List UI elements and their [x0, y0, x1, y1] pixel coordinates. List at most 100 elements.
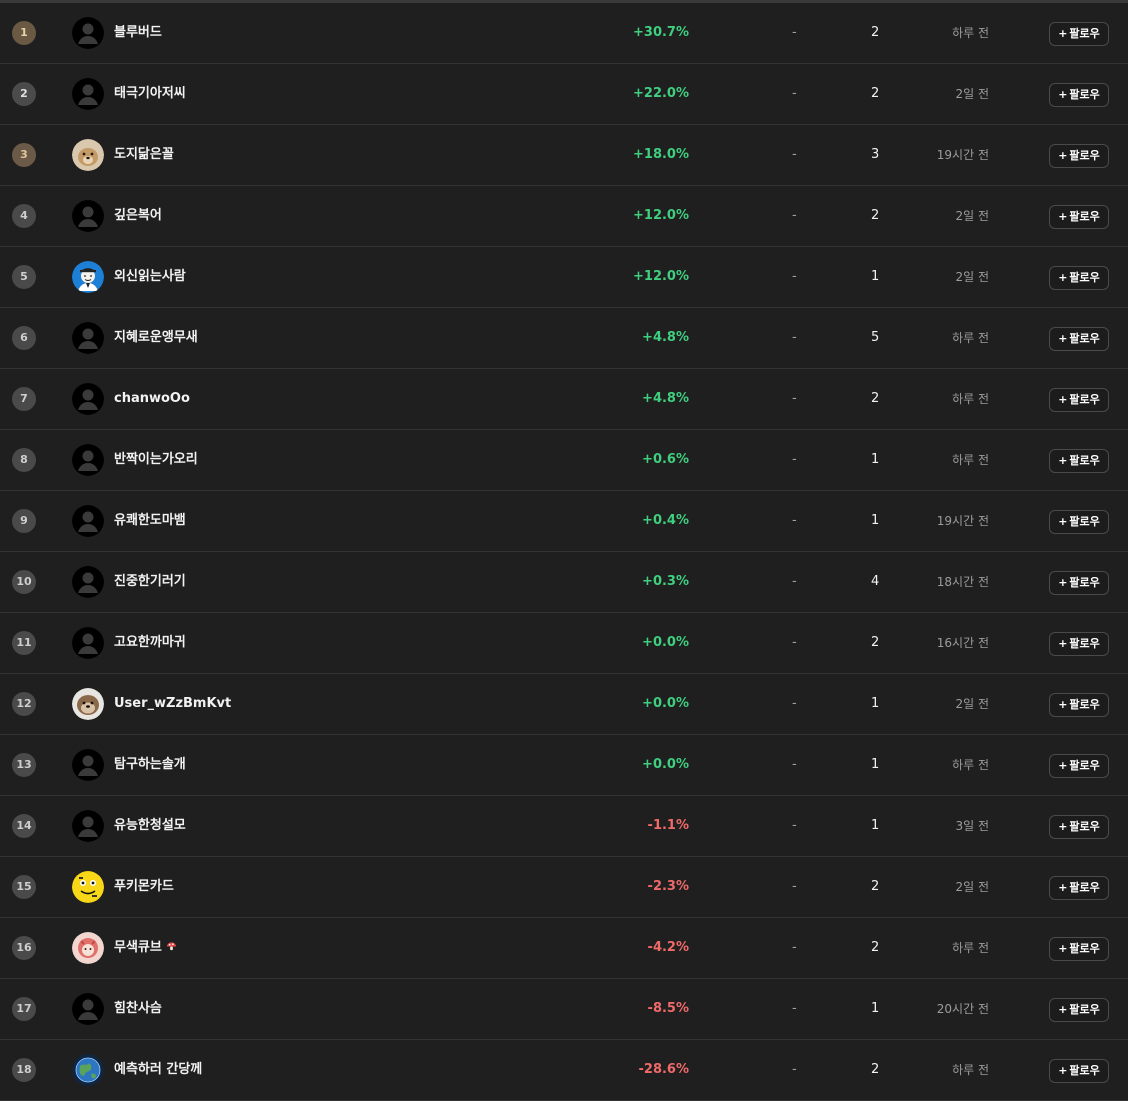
empty-value: - [792, 940, 797, 955]
table-row: 14 유능한청설모 -1.1% - 1 3일 전 + 팔로우 [0, 796, 1128, 857]
user-name[interactable]: chanwoOo [114, 369, 190, 429]
follow-button[interactable]: + 팔로우 [1049, 83, 1109, 107]
prediction-count: 1 [871, 1001, 880, 1016]
prediction-count: 4 [871, 574, 880, 589]
user-name[interactable]: 푸키몬카드 [114, 857, 174, 917]
follow-button[interactable]: + 팔로우 [1049, 449, 1109, 473]
user-name-text[interactable]: 블루버드 [114, 25, 162, 40]
user-name-text[interactable]: 예측하러 간당께 [114, 1062, 202, 1077]
follow-label: 팔로우 [1069, 271, 1100, 284]
follow-button[interactable]: + 팔로우 [1049, 327, 1109, 351]
follow-button[interactable]: + 팔로우 [1049, 205, 1109, 229]
user-name[interactable]: User_wZzBmKvt [114, 674, 231, 734]
user-name-text[interactable]: 외신읽는사람 [114, 269, 186, 284]
user-name-text[interactable]: 유능한청설모 [114, 818, 186, 833]
prediction-count: 1 [871, 818, 880, 833]
user-name-text[interactable]: 태극기아저씨 [114, 86, 186, 101]
rank-badge: 17 [12, 997, 36, 1021]
user-name[interactable]: 블루버드 [114, 3, 162, 63]
user-name-text[interactable]: 진중한기러기 [114, 574, 186, 589]
user-name[interactable]: 유능한청설모 [114, 796, 186, 856]
user-name[interactable]: 예측하러 간당께 [114, 1040, 202, 1100]
empty-value: - [792, 330, 797, 345]
prediction-count: 2 [871, 635, 880, 650]
rank-badge: 14 [12, 814, 36, 838]
follow-button[interactable]: + 팔로우 [1049, 815, 1109, 839]
return-percent: +0.6% [642, 452, 689, 467]
default-avatar[interactable] [72, 78, 104, 110]
follow-button[interactable]: + 팔로우 [1049, 632, 1109, 656]
pink-character-avatar[interactable] [72, 932, 104, 964]
yellow-face-avatar[interactable] [72, 871, 104, 903]
follow-button[interactable]: + 팔로우 [1049, 388, 1109, 412]
prediction-count: 1 [871, 757, 880, 772]
rank-badge: 10 [12, 570, 36, 594]
follow-label: 팔로우 [1069, 637, 1100, 650]
user-name[interactable]: 도지닮은꼴 [114, 125, 174, 185]
follow-button[interactable]: + 팔로우 [1049, 1059, 1109, 1083]
follow-button[interactable]: + 팔로우 [1049, 571, 1109, 595]
default-avatar[interactable] [72, 505, 104, 537]
user-name[interactable]: 탐구하는솔개 [114, 735, 186, 795]
user-name[interactable]: 깊은복어 [114, 186, 162, 246]
follow-label: 팔로우 [1069, 454, 1100, 467]
user-name[interactable]: 태극기아저씨 [114, 64, 186, 124]
plus-icon: + [1058, 271, 1068, 284]
follow-button[interactable]: + 팔로우 [1049, 876, 1109, 900]
plus-icon: + [1058, 942, 1068, 955]
default-avatar[interactable] [72, 566, 104, 598]
follow-button[interactable]: + 팔로우 [1049, 510, 1109, 534]
default-avatar[interactable] [72, 627, 104, 659]
user-name[interactable]: 고요한까마귀 [114, 613, 186, 673]
portrait-avatar[interactable] [72, 261, 104, 293]
empty-value: - [792, 147, 797, 162]
user-name-text[interactable]: 무색큐브 [114, 940, 162, 955]
default-avatar[interactable] [72, 444, 104, 476]
empty-value: - [792, 1062, 797, 1077]
plus-icon: + [1058, 759, 1068, 772]
user-name[interactable]: 유쾌한도마뱀 [114, 491, 186, 551]
user-name-text[interactable]: 도지닮은꼴 [114, 147, 174, 162]
user-name-text[interactable]: 지혜로운앵무새 [114, 330, 198, 345]
last-active-time: 하루 전 [952, 392, 989, 406]
user-name-text[interactable]: 고요한까마귀 [114, 635, 186, 650]
default-avatar[interactable] [72, 993, 104, 1025]
follow-button[interactable]: + 팔로우 [1049, 937, 1109, 961]
empty-value: - [792, 757, 797, 772]
user-name[interactable]: 지혜로운앵무새 [114, 308, 198, 368]
default-avatar[interactable] [72, 17, 104, 49]
last-active-time: 2일 전 [955, 880, 989, 894]
rank-badge: 13 [12, 753, 36, 777]
user-name-text[interactable]: User_wZzBmKvt [114, 696, 231, 711]
rank-badge: 3 [12, 143, 36, 167]
user-name-text[interactable]: 힘찬사슴 [114, 1001, 162, 1016]
user-name-text[interactable]: 깊은복어 [114, 208, 162, 223]
default-avatar[interactable] [72, 749, 104, 781]
user-name-text[interactable]: 탐구하는솔개 [114, 757, 186, 772]
default-avatar[interactable] [72, 810, 104, 842]
default-avatar[interactable] [72, 322, 104, 354]
return-percent: +30.7% [633, 25, 689, 40]
follow-label: 팔로우 [1069, 88, 1100, 101]
follow-button[interactable]: + 팔로우 [1049, 144, 1109, 168]
follow-button[interactable]: + 팔로우 [1049, 266, 1109, 290]
user-name[interactable]: 힘찬사슴 [114, 979, 162, 1039]
user-name-text[interactable]: chanwoOo [114, 391, 190, 406]
user-name-text[interactable]: 반짝이는가오리 [114, 452, 198, 467]
user-name-text[interactable]: 푸키몬카드 [114, 879, 174, 894]
table-row: 8 반짝이는가오리 +0.6% - 1 하루 전 + 팔로우 [0, 430, 1128, 491]
otter-avatar[interactable] [72, 688, 104, 720]
user-name[interactable]: 무색큐브 [114, 918, 177, 978]
user-name[interactable]: 외신읽는사람 [114, 247, 186, 307]
earth-avatar[interactable] [72, 1054, 104, 1086]
follow-button[interactable]: + 팔로우 [1049, 754, 1109, 778]
follow-button[interactable]: + 팔로우 [1049, 22, 1109, 46]
user-name-text[interactable]: 유쾌한도마뱀 [114, 513, 186, 528]
user-name[interactable]: 반짝이는가오리 [114, 430, 198, 490]
follow-button[interactable]: + 팔로우 [1049, 998, 1109, 1022]
dog-avatar[interactable] [72, 139, 104, 171]
default-avatar[interactable] [72, 383, 104, 415]
follow-button[interactable]: + 팔로우 [1049, 693, 1109, 717]
user-name[interactable]: 진중한기러기 [114, 552, 186, 612]
default-avatar[interactable] [72, 200, 104, 232]
